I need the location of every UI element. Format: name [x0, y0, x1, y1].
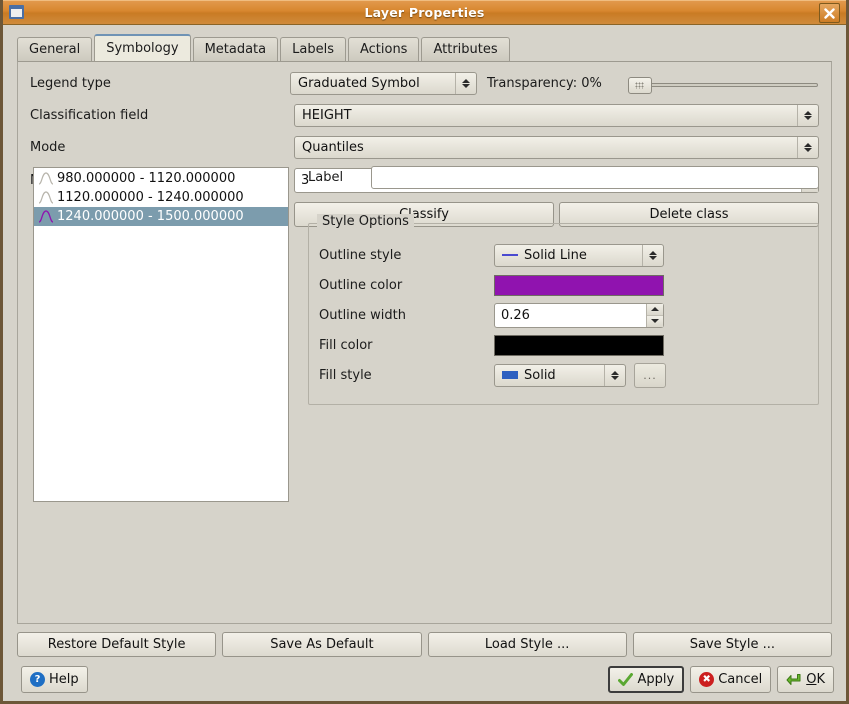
cancel-icon: ✖	[699, 672, 714, 687]
transparency-slider[interactable]	[628, 74, 818, 94]
curve-symbol-icon	[37, 170, 57, 187]
ok-label-rest: K	[816, 672, 825, 687]
mode-select[interactable]: Quantiles	[294, 136, 819, 159]
symbology-panel: Legend type Graduated Symbol Transparenc…	[17, 61, 832, 624]
chevron-updown-icon	[797, 137, 818, 158]
tab-general[interactable]: General	[17, 37, 92, 61]
enter-arrow-icon	[786, 673, 802, 687]
stepper-buttons	[646, 304, 663, 327]
legend-type-label: Legend type	[30, 76, 294, 91]
layer-properties-window: Layer Properties General Symbology Metad…	[0, 0, 849, 704]
title-bar: Layer Properties	[3, 0, 846, 25]
outline-style-select[interactable]: Solid Line	[494, 244, 664, 267]
help-button[interactable]: ? Help	[21, 666, 88, 693]
curve-symbol-icon	[37, 189, 57, 206]
help-button-label: Help	[49, 672, 79, 687]
check-icon	[618, 673, 633, 687]
outline-width-row: Outline width 0.26	[319, 300, 808, 330]
tab-labels[interactable]: Labels	[280, 37, 346, 61]
tab-metadata[interactable]: Metadata	[193, 37, 279, 61]
classification-field-select[interactable]: HEIGHT	[294, 104, 819, 127]
tab-actions[interactable]: Actions	[348, 37, 420, 61]
transparency-label: Transparency: 0%	[487, 76, 602, 91]
legend-type-row: Legend type Graduated Symbol Transparenc…	[30, 72, 819, 95]
fill-style-value-wrap: Solid	[502, 368, 604, 383]
outline-width-stepper[interactable]: 0.26	[494, 303, 664, 328]
ok-button-label: OK	[806, 672, 825, 687]
class-list[interactable]: 980.000000 - 1120.000000 1120.000000 - 1…	[33, 167, 289, 502]
save-style-button[interactable]: Save Style ...	[633, 632, 832, 657]
stepper-up-icon[interactable]	[647, 304, 663, 315]
tab-bar: General Symbology Metadata Labels Action…	[17, 34, 846, 61]
fill-color-label: Fill color	[319, 338, 494, 353]
chevron-updown-icon	[797, 105, 818, 126]
fill-style-select[interactable]: Solid	[494, 364, 626, 387]
help-icon: ?	[30, 672, 45, 687]
fill-style-value: Solid	[524, 368, 556, 383]
ok-button[interactable]: OK	[777, 666, 834, 693]
curve-symbol-icon	[37, 208, 57, 225]
class-range-label: 980.000000 - 1120.000000	[57, 171, 235, 186]
style-buttons-bar: Restore Default Style Save As Default Lo…	[17, 632, 832, 657]
outline-width-label: Outline width	[319, 308, 494, 323]
style-options-title: Style Options	[317, 214, 414, 229]
classification-field-value: HEIGHT	[302, 108, 797, 123]
class-range-label: 1240.000000 - 1500.000000	[57, 209, 244, 224]
mode-value: Quantiles	[302, 140, 797, 155]
apply-button[interactable]: Apply	[608, 666, 684, 693]
outline-color-label: Outline color	[319, 278, 494, 293]
outline-color-row: Outline color	[319, 270, 808, 300]
slider-track	[628, 83, 818, 87]
apply-button-label: Apply	[637, 672, 674, 687]
window-title: Layer Properties	[3, 5, 846, 20]
label-field-label: Label	[308, 170, 371, 185]
style-column: Label Style Options Outline style Solid …	[308, 166, 819, 405]
classification-field-label: Classification field	[30, 108, 294, 123]
legend-type-select[interactable]: Graduated Symbol	[290, 72, 477, 95]
fill-style-more-button[interactable]: ...	[634, 363, 666, 388]
stepper-down-icon[interactable]	[647, 315, 663, 327]
classification-field-row: Classification field HEIGHT	[30, 104, 819, 127]
load-style-button[interactable]: Load Style ...	[428, 632, 627, 657]
action-bar: ? Help Apply ✖ Cancel OK	[15, 666, 834, 701]
outline-color-swatch[interactable]	[494, 275, 664, 296]
restore-default-style-button[interactable]: Restore Default Style	[17, 632, 216, 657]
ok-label-accel: O	[806, 672, 816, 687]
chevron-updown-icon	[604, 365, 625, 386]
window-icon	[9, 5, 24, 19]
style-options-group: Style Options Outline style Solid Line O…	[308, 223, 819, 405]
fill-style-label: Fill style	[319, 368, 494, 383]
outline-width-value: 0.26	[495, 304, 646, 327]
fill-color-row: Fill color	[319, 330, 808, 360]
save-as-default-button[interactable]: Save As Default	[222, 632, 421, 657]
cancel-button-label: Cancel	[718, 672, 762, 687]
chevron-updown-icon	[455, 73, 476, 94]
label-input-wrap[interactable]	[371, 166, 819, 189]
mode-row: Mode Quantiles	[30, 136, 819, 159]
close-icon[interactable]	[819, 3, 840, 23]
legend-type-value: Graduated Symbol	[298, 76, 455, 91]
fill-style-row: Fill style Solid ...	[319, 360, 808, 390]
list-item[interactable]: 980.000000 - 1120.000000	[34, 169, 288, 188]
label-row: Label	[308, 166, 819, 189]
slider-handle[interactable]	[628, 77, 652, 94]
mode-label: Mode	[30, 140, 294, 155]
outline-style-row: Outline style Solid Line	[319, 240, 808, 270]
outline-style-label: Outline style	[319, 248, 494, 263]
close-glyph	[824, 8, 835, 19]
chevron-updown-icon	[642, 245, 663, 266]
solid-fill-icon	[502, 371, 518, 379]
tab-symbology[interactable]: Symbology	[94, 34, 190, 61]
fill-color-swatch[interactable]	[494, 335, 664, 356]
outline-style-value: Solid Line	[524, 248, 587, 263]
outline-style-value-wrap: Solid Line	[502, 248, 642, 263]
solid-line-icon	[502, 254, 518, 256]
list-item[interactable]: 1120.000000 - 1240.000000	[34, 188, 288, 207]
tab-attributes[interactable]: Attributes	[421, 37, 509, 61]
class-range-label: 1120.000000 - 1240.000000	[57, 190, 244, 205]
list-item[interactable]: 1240.000000 - 1500.000000	[34, 207, 288, 226]
cancel-button[interactable]: ✖ Cancel	[690, 666, 771, 693]
